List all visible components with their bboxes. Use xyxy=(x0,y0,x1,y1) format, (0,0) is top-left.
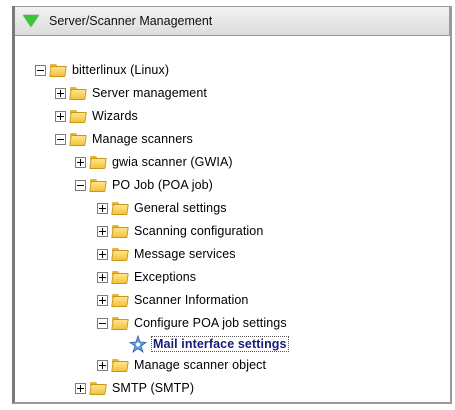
tree-node-mail-interface-settings[interactable]: Mail interface settings xyxy=(129,334,289,354)
tree-node-server-management[interactable]: Server management xyxy=(55,83,207,103)
tree-node-gwia-scanner[interactable]: gwia scanner (GWIA) xyxy=(75,152,233,172)
collapse-toggle-icon[interactable] xyxy=(97,317,108,329)
folder-icon xyxy=(50,63,67,78)
tree-node-label[interactable]: Manage scanner object xyxy=(134,358,266,372)
tree-node-label[interactable]: Wizards xyxy=(92,109,138,123)
tree-node-scanning-configuration[interactable]: Scanning configuration xyxy=(97,221,263,241)
expand-toggle-icon[interactable] xyxy=(97,248,108,260)
expand-toggle-icon[interactable] xyxy=(75,382,86,394)
panel-header[interactable]: Server/Scanner Management xyxy=(15,6,450,36)
tree-node-exceptions[interactable]: Exceptions xyxy=(97,267,196,287)
tree-node-root[interactable]: bitterlinux (Linux) xyxy=(35,60,169,80)
tree-node-label[interactable]: Server management xyxy=(92,86,207,100)
server-scanner-panel: Server/Scanner Management bitterlinux (L… xyxy=(12,6,452,404)
expand-toggle-icon[interactable] xyxy=(55,110,66,122)
folder-icon xyxy=(112,247,129,262)
tree-node-po-job[interactable]: PO Job (POA job) xyxy=(75,175,213,195)
folder-icon xyxy=(112,201,129,216)
tree-node-label[interactable]: Exceptions xyxy=(134,270,196,284)
expand-toggle-icon[interactable] xyxy=(97,202,108,214)
folder-icon xyxy=(112,358,129,373)
expand-toggle-icon[interactable] xyxy=(97,294,108,306)
tree-node-label[interactable]: Scanning configuration xyxy=(134,224,263,238)
tree-node-smtp[interactable]: SMTP (SMTP) xyxy=(75,378,194,398)
tree-node-manage-scanners[interactable]: Manage scanners xyxy=(55,129,193,149)
folder-icon xyxy=(112,293,129,308)
tree-node-manage-scanner-object[interactable]: Manage scanner object xyxy=(97,355,266,375)
tree-node-general-settings[interactable]: General settings xyxy=(97,198,227,218)
tree-node-label[interactable]: gwia scanner (GWIA) xyxy=(112,155,233,169)
collapse-toggle-icon[interactable] xyxy=(75,179,86,191)
collapse-arrow-icon[interactable] xyxy=(23,15,39,27)
folder-icon xyxy=(90,381,107,396)
tree-node-label[interactable]: Message services xyxy=(134,247,236,261)
folder-icon xyxy=(112,316,129,331)
tree-node-configure-poa-job-settings[interactable]: Configure POA job settings xyxy=(97,313,287,333)
folder-icon xyxy=(112,224,129,239)
expand-toggle-icon[interactable] xyxy=(75,156,86,168)
tree-node-label[interactable]: General settings xyxy=(134,201,227,215)
tree-node-message-services[interactable]: Message services xyxy=(97,244,236,264)
tree-node-label[interactable]: PO Job (POA job) xyxy=(112,178,213,192)
folder-icon xyxy=(90,178,107,193)
tree-node-scanner-information[interactable]: Scanner Information xyxy=(97,290,248,310)
expand-toggle-icon[interactable] xyxy=(97,271,108,283)
tree-node-label-selected[interactable]: Mail interface settings xyxy=(151,336,289,352)
tree-node-label[interactable]: Manage scanners xyxy=(92,132,193,146)
expand-toggle-icon[interactable] xyxy=(97,225,108,237)
folder-icon xyxy=(70,109,87,124)
settings-star-icon xyxy=(129,335,147,353)
tree-node-wizards[interactable]: Wizards xyxy=(55,106,138,126)
expand-toggle-icon[interactable] xyxy=(55,87,66,99)
folder-icon xyxy=(70,132,87,147)
tree-node-label[interactable]: SMTP (SMTP) xyxy=(112,381,194,395)
tree-node-label[interactable]: bitterlinux (Linux) xyxy=(72,63,169,77)
folder-icon xyxy=(112,270,129,285)
tree-node-label[interactable]: Scanner Information xyxy=(134,293,248,307)
collapse-toggle-icon[interactable] xyxy=(35,64,46,76)
collapse-toggle-icon[interactable] xyxy=(55,133,66,145)
folder-icon xyxy=(90,155,107,170)
panel-title: Server/Scanner Management xyxy=(49,14,213,28)
tree-node-label[interactable]: Configure POA job settings xyxy=(134,316,287,330)
expand-toggle-icon[interactable] xyxy=(97,359,108,371)
folder-icon xyxy=(70,86,87,101)
